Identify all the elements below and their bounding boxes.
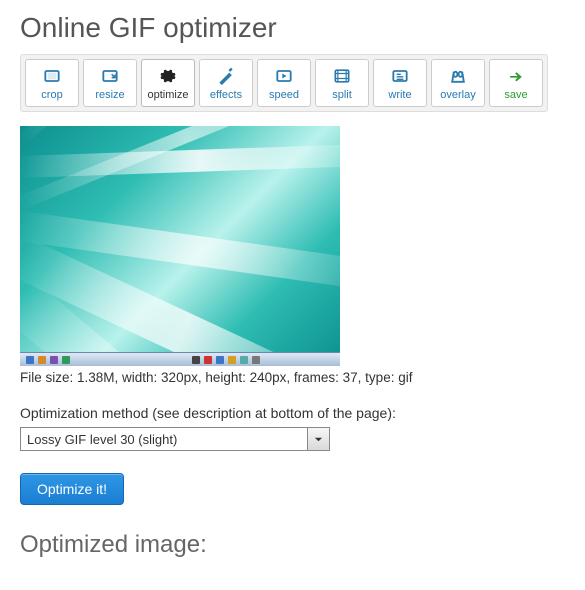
tool-split[interactable]: split [315, 59, 369, 107]
tool-label: write [388, 89, 411, 101]
crop-icon [42, 65, 62, 87]
file-info: File size: 1.38M, width: 320px, height: … [20, 370, 565, 385]
split-icon [332, 65, 352, 87]
tool-label: split [332, 89, 352, 101]
tool-label: save [504, 89, 527, 101]
tool-label: optimize [148, 89, 189, 101]
optimization-method-label: Optimization method (see description at … [20, 405, 565, 421]
optimize-icon [158, 65, 178, 87]
speed-icon [274, 65, 294, 87]
gif-preview [20, 126, 340, 366]
write-icon [390, 65, 410, 87]
overlay-icon [448, 65, 468, 87]
tool-resize[interactable]: resize [83, 59, 137, 107]
effects-icon [216, 65, 236, 87]
optimized-image-heading: Optimized image: [20, 531, 565, 559]
tool-effects[interactable]: effects [199, 59, 253, 107]
tool-label: crop [41, 89, 62, 101]
optimize-button[interactable]: Optimize it! [20, 473, 124, 505]
page-title: Online GIF optimizer [20, 12, 565, 44]
tool-label: resize [95, 89, 124, 101]
tool-label: effects [210, 89, 242, 101]
optimization-method-select[interactable]: Lossy GIF level 30 (slight) [20, 427, 330, 451]
tool-label: speed [269, 89, 299, 101]
tool-write[interactable]: write [373, 59, 427, 107]
select-value: Lossy GIF level 30 (slight) [27, 432, 177, 447]
preview-taskbar [20, 352, 340, 366]
chevron-down-icon [307, 428, 329, 450]
resize-icon [100, 65, 120, 87]
tool-crop[interactable]: crop [25, 59, 79, 107]
tool-speed[interactable]: speed [257, 59, 311, 107]
tool-overlay[interactable]: overlay [431, 59, 485, 107]
save-icon [506, 65, 526, 87]
tool-save[interactable]: save [489, 59, 543, 107]
tool-label: overlay [440, 89, 475, 101]
tool-optimize[interactable]: optimize [141, 59, 195, 107]
toolbar: crop resize optimize effects speed split [20, 54, 548, 112]
